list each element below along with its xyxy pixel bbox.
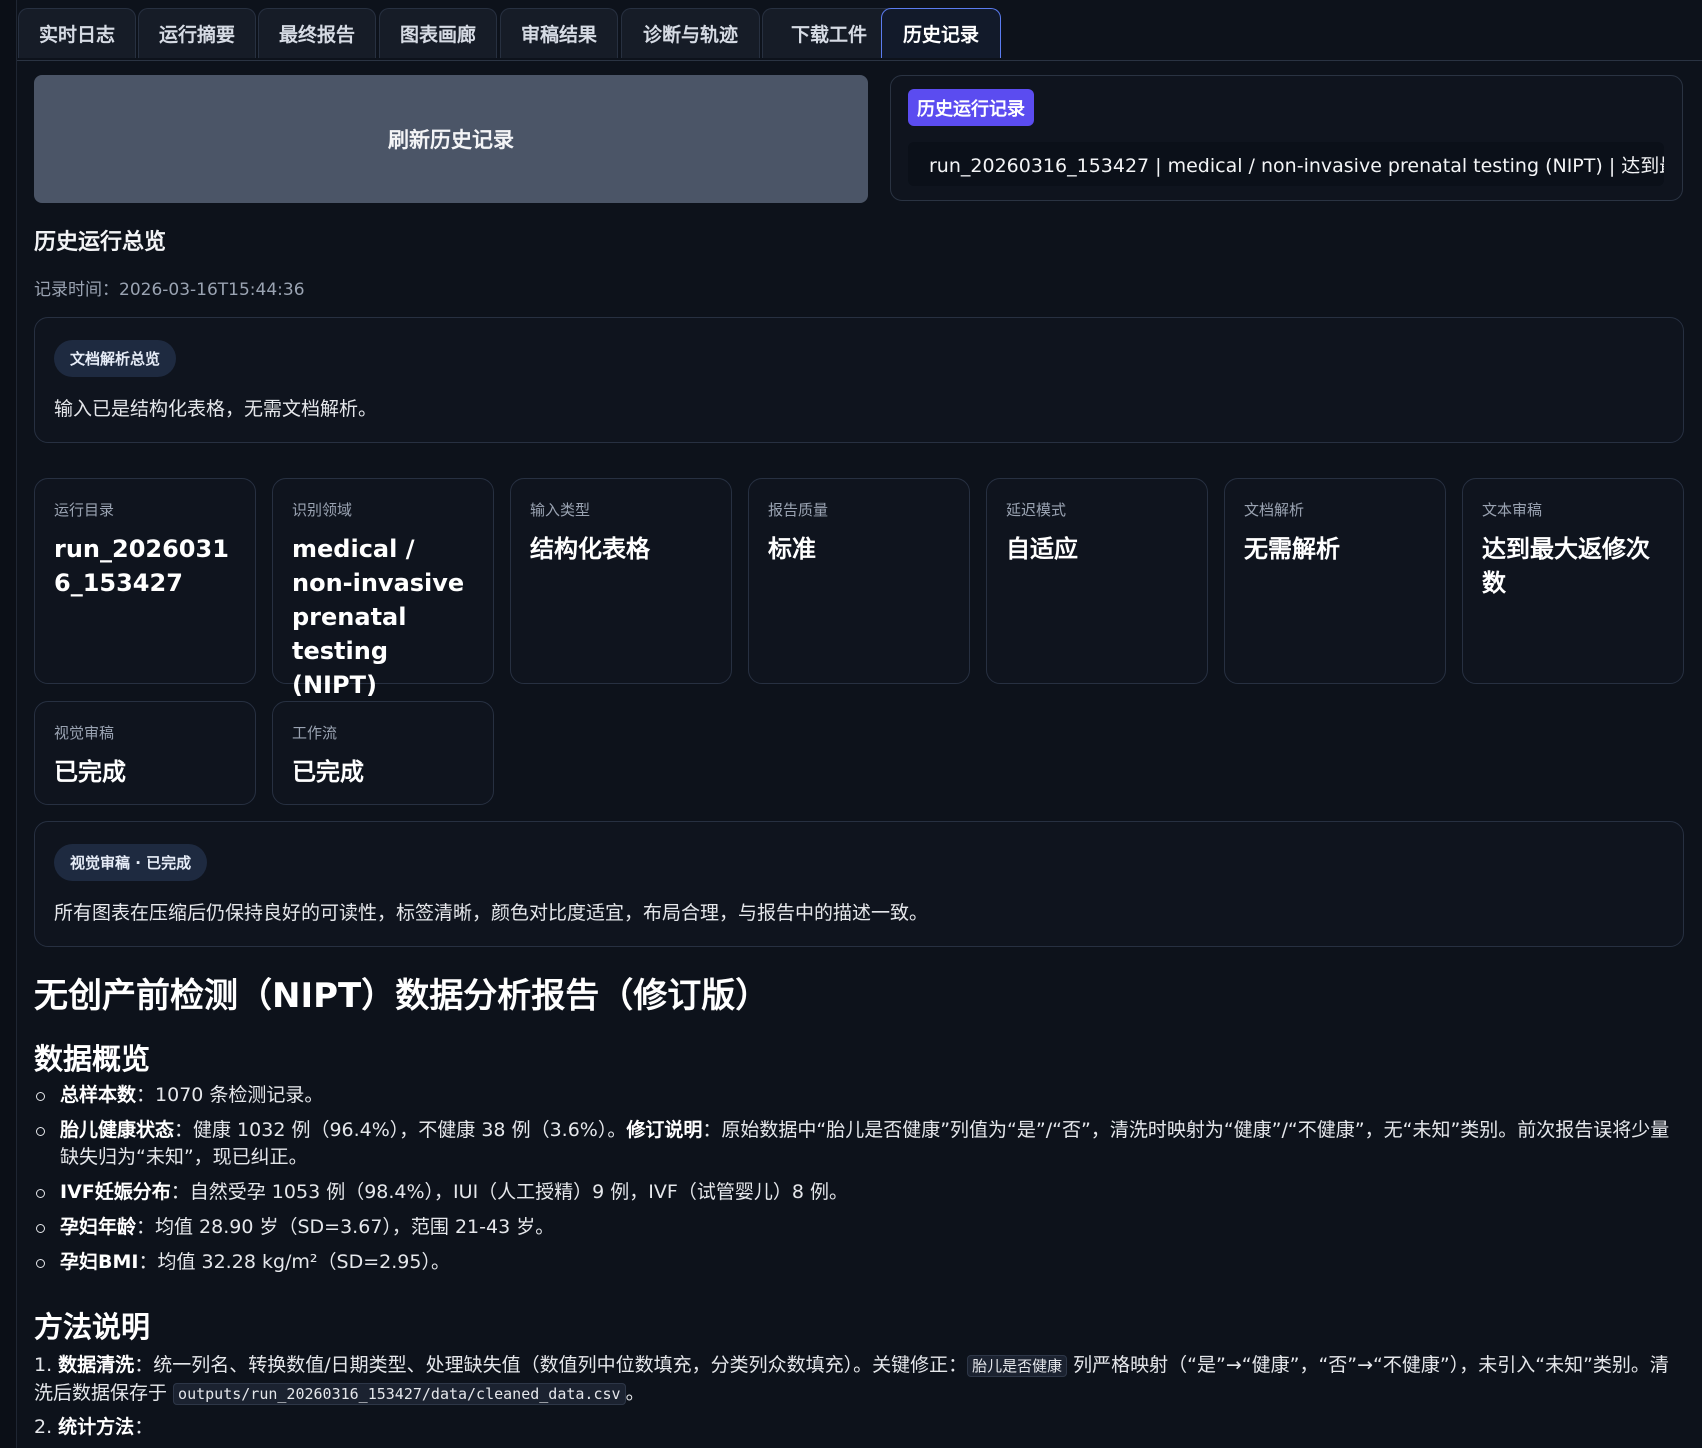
visual-review-pill: 视觉审稿 · 已完成 xyxy=(54,844,208,881)
metric-workflow: 工作流 已完成 xyxy=(272,701,494,805)
overview-list: 总样本数：1070 条检测记录。 胎儿健康状态：健康 1032 例（96.4%）… xyxy=(34,1082,1684,1284)
history-badge: 历史运行记录 xyxy=(908,89,1034,126)
metric-latency-mode: 延迟模式 自适应 xyxy=(986,478,1208,684)
inline-code: outputs/run_20260316_153427/data/cleaned… xyxy=(173,1383,626,1405)
overview-title: 历史运行总览 xyxy=(34,230,167,255)
metric-text-review: 文本审稿 达到最大返修次数 xyxy=(1462,478,1684,684)
metric-value: 达到最大返修次数 xyxy=(1482,535,1650,597)
metric-value: 无需解析 xyxy=(1244,535,1340,563)
history-run-select[interactable]: run_20260316_153427 | medical / non-inva… xyxy=(908,142,1664,186)
metric-domain: 识别领域 medical / non-invasive prenatal tes… xyxy=(272,478,494,699)
metric-label: 输入类型 xyxy=(530,501,591,519)
tab-diagnostics[interactable]: 诊断与轨迹 xyxy=(621,8,760,58)
tab-bar: 实时日志 运行摘要 最终报告 图表画廊 审稿结果 诊断与轨迹 下载工件 历史记录 xyxy=(17,8,1702,61)
metric-label: 延迟模式 xyxy=(1006,501,1067,519)
metric-report-quality: 报告质量 标准 xyxy=(748,478,970,684)
methods-list: 1. 数据清洗：统一列名、转换数值/日期类型、处理缺失值（数值列中位数填充，分类… xyxy=(34,1352,1686,1441)
tab-chart-gallery[interactable]: 图表画廊 xyxy=(379,8,497,58)
metric-run-dir: 运行目录 run_20260316_153427 xyxy=(34,478,256,684)
tab-review-results[interactable]: 审稿结果 xyxy=(500,8,618,58)
visual-review-text: 所有图表在压缩后仍保持良好的可读性，标签清晰，颜色对比度适宜，布局合理，与报告中… xyxy=(54,902,929,924)
doc-parse-text: 输入已是结构化表格，无需文档解析。 xyxy=(54,398,378,420)
metric-visual-review: 视觉审稿 已完成 xyxy=(34,701,256,805)
metric-value: 已完成 xyxy=(292,758,364,786)
app-frame: 实时日志 运行摘要 最终报告 图表画廊 审稿结果 诊断与轨迹 下载工件 历史记录… xyxy=(16,0,1702,1448)
inline-code: 胎儿是否健康 xyxy=(967,1355,1068,1377)
tab-history[interactable]: 历史记录 xyxy=(881,8,1001,58)
methods-heading: 方法说明 xyxy=(34,1310,151,1344)
metric-value: run_20260316_153427 xyxy=(54,535,229,597)
refresh-history-button[interactable]: 刷新历史记录 xyxy=(34,75,868,203)
metric-value: 自适应 xyxy=(1006,535,1078,563)
method-item: 2. 统计方法： xyxy=(34,1416,154,1438)
metric-value: 已完成 xyxy=(54,758,126,786)
visual-review-card: 视觉审稿 · 已完成 所有图表在压缩后仍保持良好的可读性，标签清晰，颜色对比度适… xyxy=(34,821,1684,947)
list-item: IVF妊娠分布：自然受孕 1053 例（98.4%），IUI（人工授精）9 例，… xyxy=(34,1179,1684,1206)
method-item: 1. 数据清洗：统一列名、转换数值/日期类型、处理缺失值（数值列中位数填充，分类… xyxy=(34,1354,1669,1405)
doc-parse-card: 文档解析总览 输入已是结构化表格，无需文档解析。 xyxy=(34,317,1684,443)
metric-label: 文本审稿 xyxy=(1482,501,1543,519)
metric-label: 文档解析 xyxy=(1244,501,1305,519)
tab-run-summary[interactable]: 运行摘要 xyxy=(138,8,256,58)
metric-value: 结构化表格 xyxy=(530,535,650,563)
record-time-label: 记录时间： xyxy=(34,280,119,300)
metric-label: 视觉审稿 xyxy=(54,724,115,742)
overview-heading: 数据概览 xyxy=(34,1042,151,1076)
metric-doc-parse: 文档解析 无需解析 xyxy=(1224,478,1446,684)
tab-live-log[interactable]: 实时日志 xyxy=(18,8,136,58)
tab-final-report[interactable]: 最终报告 xyxy=(258,8,376,58)
list-item: 孕妇BMI：均值 32.28 kg/m²（SD=2.95）。 xyxy=(34,1249,1684,1276)
history-panel: 历史运行记录 run_20260316_153427 | medical / n… xyxy=(890,75,1683,201)
report-title: 无创产前检测（NIPT）数据分析报告（修订版） xyxy=(34,976,770,1016)
metric-label: 识别领域 xyxy=(292,501,353,519)
metric-label: 报告质量 xyxy=(768,501,829,519)
doc-parse-pill: 文档解析总览 xyxy=(54,340,177,377)
metric-value: medical / non-invasive prenatal testing … xyxy=(292,535,465,699)
metric-input-type: 输入类型 结构化表格 xyxy=(510,478,732,684)
list-item: 总样本数：1070 条检测记录。 xyxy=(34,1082,1684,1109)
list-item: 孕妇年龄：均值 28.90 岁（SD=3.67），范围 21-43 岁。 xyxy=(34,1214,1684,1241)
metric-label: 运行目录 xyxy=(54,501,115,519)
tab-downloads[interactable]: 下载工件 xyxy=(762,8,896,58)
list-item: 胎儿健康状态：健康 1032 例（96.4%），不健康 38 例（3.6%）。修… xyxy=(34,1117,1684,1171)
record-time: 记录时间：2026-03-16T15:44:36 xyxy=(34,275,305,300)
metric-label: 工作流 xyxy=(292,724,338,742)
record-time-value: 2026-03-16T15:44:36 xyxy=(119,280,305,300)
metric-value: 标准 xyxy=(768,535,816,563)
